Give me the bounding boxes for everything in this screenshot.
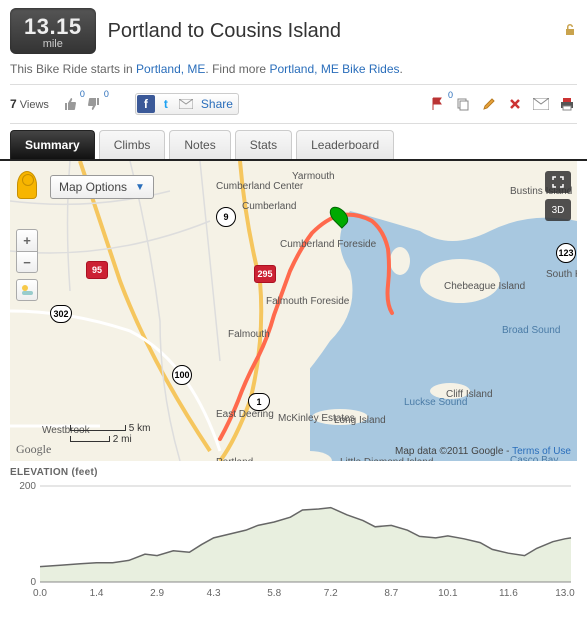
zoom-out-button[interactable]: −: [16, 251, 38, 273]
start-location-link[interactable]: Portland, ME: [136, 62, 205, 76]
svg-text:0.0: 0.0: [33, 588, 47, 599]
flag-button[interactable]: 0: [427, 94, 447, 114]
svg-text:0: 0: [30, 577, 36, 588]
svg-text:1.4: 1.4: [90, 588, 104, 599]
threeD-button[interactable]: 3D: [545, 199, 571, 221]
delete921-button[interactable]: [505, 94, 525, 114]
map-place-label: Portland: [216, 457, 253, 461]
route-shield-icon: 1: [248, 393, 270, 411]
scale-bar: 5 km 2 mi: [70, 423, 150, 445]
attribution-text: Map data ©2011 Google -: [395, 446, 512, 457]
twitter-icon[interactable]: t: [157, 95, 175, 113]
map-place-label: Falmouth Foreside: [266, 296, 349, 307]
svg-text:200: 200: [19, 481, 36, 492]
route-shield-icon: 9: [216, 207, 236, 227]
distance-value: 13.15: [24, 14, 82, 39]
tab-summary[interactable]: Summary: [10, 130, 95, 159]
map-attribution: Map data ©2011 Google - Terms of Use: [395, 446, 571, 457]
elevation-title: ELEVATION (feet): [10, 467, 577, 478]
tab-notes[interactable]: Notes: [169, 130, 230, 159]
map-place-label: Cumberland Foreside: [280, 239, 376, 250]
zoom-in-button[interactable]: +: [16, 229, 38, 251]
subtitle-middle: . Find more: [205, 62, 269, 76]
streetview-pegman[interactable]: [17, 171, 37, 199]
map-options-dropdown[interactable]: Map Options ▼: [50, 175, 154, 199]
thumbs-down-count: 0: [104, 89, 109, 99]
threeD-label: 3D: [552, 205, 565, 216]
distance-unit: mile: [24, 38, 82, 50]
chevron-down-icon: ▼: [135, 182, 145, 193]
map-place-label: Chebeague Island: [444, 281, 525, 292]
views-counter: 7 Views: [10, 97, 49, 111]
email-share-icon[interactable]: [177, 95, 195, 113]
subtitle: This Bike Ride starts in Portland, ME. F…: [0, 62, 587, 84]
weather-button[interactable]: [16, 279, 38, 301]
route-shield-icon: 100: [172, 365, 192, 385]
edit-button[interactable]: [479, 94, 499, 114]
share-box: f t Share: [135, 93, 239, 115]
print-button[interactable]: [557, 94, 577, 114]
scale-km: 5 km: [129, 423, 151, 434]
subtitle-suffix: .: [400, 62, 403, 76]
tab-climbs[interactable]: Climbs: [99, 130, 166, 159]
map-place-label: Long Island: [334, 415, 386, 426]
tab-stats[interactable]: Stats: [235, 130, 292, 159]
views-number: 7: [10, 97, 17, 111]
distance-badge: 13.15 mile: [10, 8, 96, 54]
route-shield-icon: 123: [556, 243, 576, 263]
divider: [10, 123, 577, 124]
tab-leaderboard[interactable]: Leaderboard: [296, 130, 394, 159]
more-rides-link[interactable]: Portland, ME Bike Rides: [269, 62, 399, 76]
thumbs-up-button[interactable]: 0: [61, 95, 79, 113]
map-place-label: East Deering: [216, 409, 274, 420]
route-shield-icon: 295: [254, 265, 276, 283]
map-place-label: Cumberland Center: [216, 181, 303, 192]
svg-text:4.3: 4.3: [207, 588, 221, 599]
facebook-icon[interactable]: f: [137, 95, 155, 113]
map-place-label: Little Diamond Island: [340, 457, 433, 461]
subtitle-prefix: This Bike Ride starts in: [10, 62, 136, 76]
tab-bar: Summary Climbs Notes Stats Leaderboard: [0, 130, 587, 161]
map-place-label: South Harpsw: [546, 269, 577, 280]
route-shield-icon: 302: [50, 305, 72, 323]
terms-link[interactable]: Terms of Use: [512, 446, 571, 457]
map-place-label: Cumberland: [242, 201, 296, 212]
svg-text:2.9: 2.9: [150, 588, 164, 599]
unlock-icon[interactable]: [563, 23, 577, 40]
map-place-label: Broad Sound: [502, 325, 560, 336]
views-label: Views: [20, 99, 49, 111]
map[interactable]: YarmouthCumberland CenterCumberlandBusti…: [10, 161, 577, 461]
scale-mi: 2 mi: [113, 434, 132, 445]
share-button[interactable]: Share: [197, 97, 237, 111]
svg-text:13.0: 13.0: [555, 588, 575, 599]
svg-text:8.7: 8.7: [384, 588, 398, 599]
svg-text:5.8: 5.8: [267, 588, 281, 599]
copy-button[interactable]: [453, 94, 473, 114]
thumbs-down-button[interactable]: 0: [85, 95, 103, 113]
svg-text:10.1: 10.1: [438, 588, 458, 599]
route-shield-icon: 95: [86, 261, 108, 279]
google-logo: Google: [16, 442, 51, 457]
fullscreen-button[interactable]: [545, 171, 571, 193]
map-place-label: Falmouth: [228, 329, 270, 340]
map-place-label: Cliff Island: [446, 389, 493, 400]
map-options-label: Map Options: [59, 180, 127, 194]
email-button[interactable]: [531, 94, 551, 114]
svg-text:11.6: 11.6: [499, 588, 518, 599]
svg-text:7.2: 7.2: [324, 588, 338, 599]
route-title: Portland to Cousins Island: [108, 20, 551, 43]
elevation-chart[interactable]: 0 200 0.0 1.4 2.9 4.3 5.8 7.2 8.7 10.1 11.6 13.0: [10, 480, 577, 600]
